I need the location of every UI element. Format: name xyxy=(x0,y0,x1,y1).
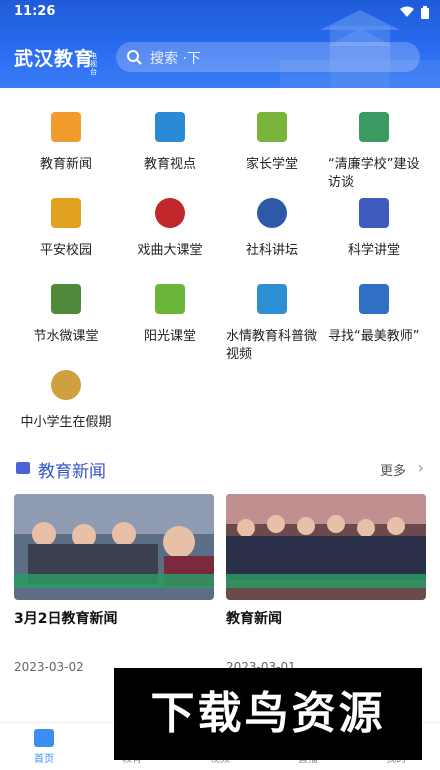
category-label: 中小学生在假期 xyxy=(20,415,112,430)
category-label: 教育新闻 xyxy=(39,157,92,172)
app-logo-title: 武汉教育 xyxy=(14,48,95,70)
science-lecture-icon xyxy=(359,198,389,228)
news-thumbnail[interactable] xyxy=(226,494,426,600)
category-label: 寻找“最美教师” xyxy=(328,329,420,344)
nav-label: 首页 xyxy=(34,754,54,765)
category-item[interactable]: 寻找“最美教师” xyxy=(322,268,426,352)
chevron-right-icon[interactable]: › xyxy=(418,458,424,477)
status-bar: 11:26 xyxy=(0,0,440,26)
news-card-title: 3月2日教育新闻 xyxy=(14,611,118,627)
sunshine-class-icon xyxy=(155,284,185,314)
category-item[interactable]: 教育视点 xyxy=(118,96,222,180)
category-item[interactable]: 社科讲坛 xyxy=(220,182,324,266)
category-label: 教育视点 xyxy=(143,157,196,172)
status-time: 11:26 xyxy=(14,4,56,19)
news-card[interactable]: 教育新闻 2023-03-01 xyxy=(226,494,426,674)
search-placeholder: 搜索 ·下 xyxy=(150,51,201,67)
category-label: 节水微课堂 xyxy=(33,329,99,344)
app-logo-subtitle: 电视台 xyxy=(90,52,97,76)
clean-school-icon xyxy=(359,112,389,142)
category-label: 科学讲堂 xyxy=(347,243,400,258)
category-item[interactable]: 家长学堂 xyxy=(220,96,324,180)
news-thumbnail[interactable] xyxy=(14,494,214,600)
watermark-overlay: 下载鸟资源 xyxy=(114,668,422,760)
category-label: 家长学堂 xyxy=(245,157,298,172)
category-label: 平安校园 xyxy=(39,243,92,258)
category-item[interactable]: 阳光课堂 xyxy=(118,268,222,352)
nav-home[interactable]: 首页 xyxy=(0,727,88,765)
news-card-title: 教育新闻 xyxy=(226,611,282,627)
news-card[interactable]: 3月2日教育新闻 2023-03-02 xyxy=(14,494,214,674)
students-holiday-icon xyxy=(51,370,81,400)
category-item[interactable]: 节水微课堂 xyxy=(14,268,118,352)
safe-campus-icon xyxy=(51,198,81,228)
category-item[interactable]: “清廉学校”建设访谈 xyxy=(322,96,426,190)
app-header: 11:26 武汉教育 电视台 搜索 ·下 xyxy=(0,0,440,88)
search-icon xyxy=(126,49,142,69)
opera-class-icon xyxy=(155,198,185,228)
news-section-header: 教育新闻 更多 › xyxy=(0,452,440,484)
category-item[interactable]: 教育新闻 xyxy=(14,96,118,180)
category-label: 戏曲大课堂 xyxy=(137,243,203,258)
tv-icon xyxy=(16,462,30,474)
wifi-icon xyxy=(400,6,414,22)
category-item[interactable]: 科学讲堂 xyxy=(322,182,426,266)
battery-icon xyxy=(420,6,430,23)
home-icon xyxy=(34,729,54,747)
category-label: 社科讲坛 xyxy=(245,243,298,258)
more-link[interactable]: 更多 xyxy=(380,460,406,479)
category-label: 阳光课堂 xyxy=(143,329,196,344)
search-input[interactable]: 搜索 ·下 xyxy=(116,42,420,72)
category-label: 水情教育科普微视频 xyxy=(226,329,318,362)
water-education-video-icon xyxy=(257,284,287,314)
best-teacher-icon xyxy=(359,284,389,314)
category-item[interactable]: 戏曲大课堂 xyxy=(118,182,222,266)
education-news-icon xyxy=(51,112,81,142)
category-item[interactable]: 水情教育科普微视频 xyxy=(220,268,324,362)
parent-school-icon xyxy=(257,112,287,142)
category-item[interactable]: 平安校园 xyxy=(14,182,118,266)
water-saving-class-icon xyxy=(51,284,81,314)
category-item[interactable]: 中小学生在假期 xyxy=(14,354,118,438)
news-card-date: 2023-03-02 xyxy=(14,660,84,674)
section-title: 教育新闻 xyxy=(38,462,106,482)
education-viewpoint-icon xyxy=(155,112,185,142)
social-science-forum-icon xyxy=(257,198,287,228)
